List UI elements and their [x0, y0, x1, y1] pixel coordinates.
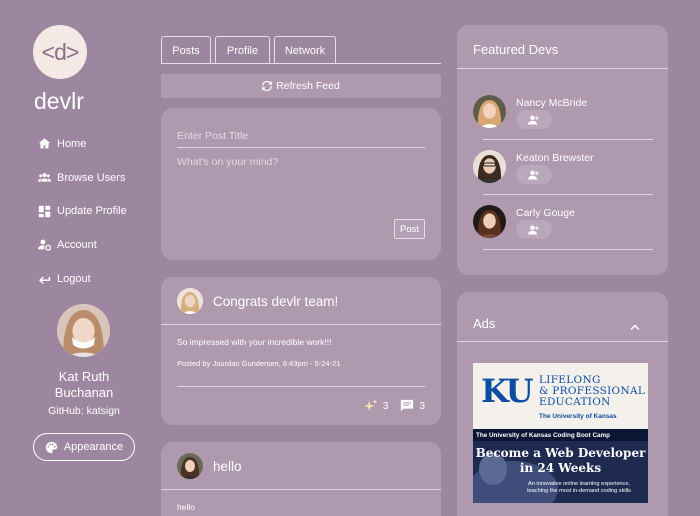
divider	[161, 489, 441, 490]
add-user-icon	[528, 225, 539, 234]
user-name: Kat Ruth Buchanan	[54, 369, 114, 400]
post-header: hello	[177, 453, 242, 479]
post-body: hello	[177, 502, 195, 512]
sidebar-item-logout[interactable]: Logout	[38, 262, 127, 296]
brand-name: devlr	[34, 88, 84, 114]
sidebar-item-label: Logout	[57, 272, 91, 285]
post-header: Congrats devlr team!	[177, 288, 338, 314]
ad-logo-area: KU LIFELONG & PROFESSIONAL EDUCATION The…	[473, 363, 648, 429]
add-friend-button[interactable]	[516, 220, 552, 239]
logout-arrow-icon	[38, 272, 51, 285]
ad-subtext-line: An innovative online learning experience…	[528, 481, 630, 487]
like-button[interactable]: 3	[363, 399, 389, 413]
ad-subtext: An innovative online learning experience…	[513, 481, 645, 495]
sidebar-item-label: Home	[57, 137, 87, 150]
featured-devs-panel: Featured Devs Nancy McBride Keaton Brews…	[457, 25, 668, 275]
sparkle-icon	[363, 399, 378, 412]
ad-banner-text: The University of Kansas Coding Boot Cam…	[473, 429, 648, 441]
dev-card: Carly Gouge	[473, 205, 653, 260]
post-title-input[interactable]: Enter Post Title	[177, 124, 425, 148]
post-author-avatar[interactable]	[177, 453, 203, 479]
home-icon	[38, 137, 51, 150]
dev-name[interactable]: Carly Gouge	[516, 207, 575, 219]
ad-headline-line: in 24 Weeks	[519, 461, 602, 475]
dashboard-icon	[38, 205, 51, 218]
user-avatar[interactable]	[57, 304, 110, 357]
post-button[interactable]: Post	[394, 219, 425, 239]
appearance-button[interactable]: Appearance	[33, 433, 135, 461]
divider	[457, 341, 668, 342]
dev-avatar[interactable]	[473, 95, 506, 128]
ku-logo: KU	[481, 372, 534, 410]
divider	[161, 324, 441, 325]
add-friend-button[interactable]	[516, 110, 552, 129]
sidebar-item-account[interactable]: Account	[38, 228, 127, 262]
post-card: hello hello	[161, 442, 441, 516]
post-card: Congrats devlr team! So impressed with y…	[161, 277, 441, 425]
tab-profile[interactable]: Profile	[215, 36, 270, 64]
refresh-label: Refresh Feed	[276, 80, 340, 92]
ads-panel: Ads KU LIFELONG & PROFESSIONAL EDUCATION…	[457, 292, 668, 516]
dev-name[interactable]: Nancy McBride	[516, 97, 587, 109]
dev-avatar[interactable]	[473, 205, 506, 238]
post-body: So impressed with your incredible work!!…	[177, 337, 332, 347]
dev-name[interactable]: Keaton Brewster	[516, 152, 594, 164]
ad-banner[interactable]: KU LIFELONG & PROFESSIONAL EDUCATION The…	[473, 363, 648, 503]
ad-org-name: LIFELONG & PROFESSIONAL EDUCATION	[539, 375, 645, 408]
user-github[interactable]: GitHub: katsign	[30, 405, 138, 417]
post-body-input[interactable]: What's on your mind?	[177, 156, 278, 168]
palette-icon	[45, 441, 58, 453]
sidebar-item-home[interactable]: Home	[38, 127, 127, 161]
users-icon	[38, 171, 51, 184]
divider	[483, 139, 653, 140]
logo[interactable]: <d>	[33, 25, 87, 79]
sidebar-item-label: Browse Users	[57, 171, 126, 184]
chevron-up-icon[interactable]	[630, 319, 640, 330]
like-count: 3	[382, 400, 389, 412]
divider	[483, 249, 653, 250]
refresh-feed-button[interactable]: Refresh Feed	[161, 74, 441, 98]
sidebar-nav: Home Browse Users Update Profile Account…	[38, 127, 127, 295]
user-gear-icon	[38, 238, 51, 252]
appearance-label: Appearance	[63, 441, 124, 453]
post-author-avatar[interactable]	[177, 288, 203, 314]
sidebar-item-label: Update Profile	[57, 205, 127, 218]
sidebar-item-browse-users[interactable]: Browse Users	[38, 161, 127, 195]
post-meta: Posted by Jourdan Gundersen, 6:43pm - 5-…	[177, 359, 341, 368]
panel-title: Featured Devs	[473, 42, 559, 57]
post-title: hello	[213, 458, 242, 474]
add-user-icon	[528, 170, 539, 179]
post-title: Congrats devlr team!	[213, 293, 339, 309]
dev-card: Nancy McBride	[473, 95, 653, 150]
refresh-icon	[262, 81, 273, 91]
add-user-icon	[528, 115, 539, 124]
add-friend-button[interactable]	[516, 165, 552, 184]
divider	[483, 194, 653, 195]
dev-avatar[interactable]	[473, 150, 506, 183]
sidebar-item-update-profile[interactable]: Update Profile	[38, 194, 127, 228]
ad-university: The University of Kansas	[539, 413, 617, 420]
ad-headline: Become a Web Developer in 24 Weeks	[473, 446, 648, 476]
tab-network[interactable]: Network	[274, 36, 336, 64]
ad-headline-line: Become a Web Developer	[475, 446, 646, 460]
divider	[177, 386, 425, 387]
ad-line: EDUCATION	[539, 396, 611, 408]
comment-button[interactable]: 3	[400, 399, 425, 413]
dev-card: Keaton Brewster	[473, 150, 653, 205]
sidebar-item-label: Account	[57, 238, 97, 251]
divider	[457, 68, 668, 69]
ad-subtext-line: teaching the most in-demand coding skill…	[527, 488, 631, 494]
post-composer: Enter Post Title What's on your mind? Po…	[161, 108, 441, 260]
feed-tabs: Posts Profile Network	[161, 36, 441, 64]
comment-icon	[401, 399, 414, 412]
panel-title: Ads	[473, 316, 496, 331]
comment-count: 3	[419, 400, 425, 412]
sidebar: <d> devlr Home Browse Users Update Profi…	[0, 0, 150, 516]
tab-posts[interactable]: Posts	[161, 36, 211, 64]
post-actions: 3 3	[352, 399, 425, 413]
